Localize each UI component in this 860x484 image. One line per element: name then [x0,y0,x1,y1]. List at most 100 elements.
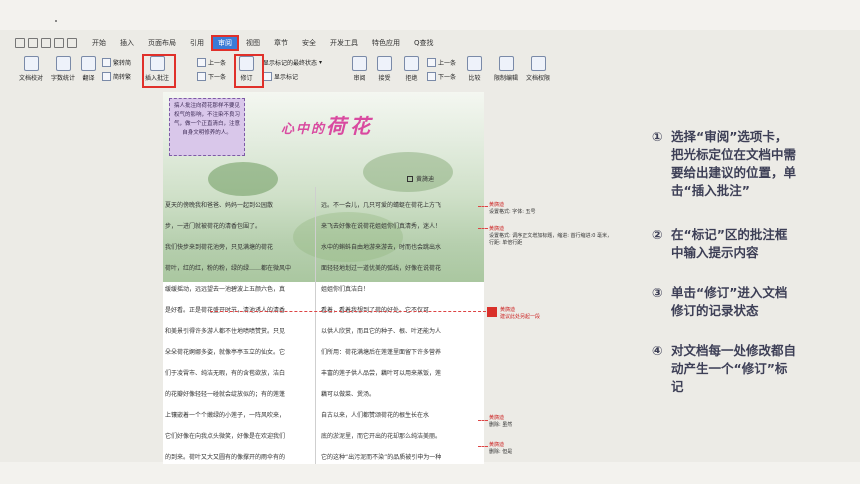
redo-icon[interactable] [67,38,77,48]
comment-balloon[interactable]: 黄旖迪 设置格式: 调序正文增加标题，缩进: 首行缩进:0 毫米， 行距: 单倍… [489,226,612,247]
instruction-step-4: ④ 对文档每一处修改都自 动产生一个“修订”标 记 [652,343,797,394]
prev-icon [197,58,206,67]
translate-button[interactable]: 翻译 [81,56,96,82]
text-line: 们所用：荷花满塘后在莲蓬里面留下许多营养 [321,349,442,356]
comment-balloon[interactable]: 黄旖迪 删除: 但是 [489,442,512,456]
comment-connector [478,420,488,421]
tab-insert[interactable]: 插入 [113,38,141,48]
lock-icon [498,56,514,71]
print-preview-icon[interactable] [41,38,51,48]
tab-features[interactable]: 特色应用 [365,38,407,48]
convert-icon [102,58,111,67]
tab-developer[interactable]: 开发工具 [323,38,365,48]
text-line: 步，一进门就被荷花的清香包围了。 [165,223,262,230]
text-line: 它的这种“出污泥而不染”的品质被引申为一种 [321,454,442,461]
comment-connector [210,311,486,312]
tab-home[interactable]: 开始 [85,38,113,48]
decorative-dot [55,20,57,22]
text-line: 丰富的莲子供人品尝，藕叶可以用来蒸饭，莲 [321,370,442,377]
text-line: 朵朵荷花婀娜多姿，就像亭亭玉立的仙女。它 [165,349,286,356]
next-icon [197,72,206,81]
comment-balloon[interactable]: 黄旖迪 删除: 虽然 [489,415,512,429]
checkbox-icon [407,175,413,182]
text-line: 姐姐你们真洁白！ [321,286,370,293]
tab-review[interactable]: 审阅 [211,35,239,51]
show-markup-button[interactable]: 显示标记 [263,72,298,81]
text-line: 远。不一会儿，几只可爱的蜻蜓在荷花上方飞 [321,202,442,209]
top-background [0,0,860,30]
comment-note-box[interactable]: 搞人批注向荷花那样不要见权气的影响，不注染不良习气，做一个正直清白，注意自身文明… [169,98,245,156]
accept-button[interactable]: 接受 [377,56,392,82]
doc-proofread-button[interactable]: 文档校对 [19,56,43,82]
convert-icon [102,72,111,81]
text-line: 自古以来，人们都赞颂荷花的根生长在水 [321,412,430,419]
next-comment-button[interactable]: 下一条 [197,72,226,81]
text-line: 面轻轻地划过一道优美的弧线，好像在说荷花 [321,265,442,272]
document-page[interactable]: 搞人批注向荷花那样不要见权气的影响，不注染不良习气，做一个正直清白，注意自身文明… [163,92,484,464]
text-line: 们于凌霄市、纯洁无暇，有的含苞欲放，洁白 [165,370,286,377]
left-column: 夏天的傍晚我和爸爸、妈妈一起到公园散 步，一进门就被荷花的清香包围了。 我们快步… [165,195,301,464]
highlight-track-changes [234,54,264,88]
text-line: 和美景引得许多游人都不住地啧啧赞赏。只见 [165,328,286,335]
lotus-leaf [208,162,278,196]
accept-icon [377,56,392,71]
compare-button[interactable]: 比较 [467,56,482,82]
tab-references[interactable]: 引用 [183,38,211,48]
reject-icon [404,56,419,71]
text-line: 以供人欣赏，而且它的种子、根、叶还能为人 [321,328,442,335]
comment-connector [478,206,488,207]
prev-icon [427,58,436,67]
comment-connector [478,228,488,229]
comment-connector [478,446,488,447]
text-line: 荷叶，红的红，粉的粉，绿的绿……都在微风中 [165,265,292,272]
text-line: 上镶嵌着一个个嫩绿的小莲子，一阵风吹来， [165,412,286,419]
chevron-down-icon: ▾ [319,59,323,66]
restrict-editing-button[interactable]: 限制编辑 [494,56,518,82]
tab-search[interactable]: Q查找 [407,38,441,48]
text-line: 水中的蝌蚪自由地游来游去，时而也会跳出水 [321,244,442,251]
to-traditional-button[interactable]: 繁转简 [102,58,131,67]
word-count-button[interactable]: 字数统计 [51,56,75,82]
quick-access-toolbar [15,38,77,48]
tab-security[interactable]: 安全 [295,38,323,48]
word-count-icon [55,56,71,71]
translate-icon [81,56,96,71]
text-line: 的到来。荷叶又大又圆有的像撑开的雨伞有的 [165,454,286,461]
prev-comment-button[interactable]: 上一条 [197,58,226,67]
reject-button[interactable]: 拒绝 [404,56,419,82]
next-change-button[interactable]: 下一条 [427,72,456,81]
text-line: 缓缓摇动，远远望去一池碧波上五颜六色，真 [165,286,286,293]
text-line: 我们快步来到荷花池旁，只见满塘的荷花 [165,244,274,251]
proofread-icon [23,56,39,71]
tab-section[interactable]: 章节 [267,38,295,48]
instruction-step-3: ③ 单击“修订”进入文档 修订的记录状态 [652,285,788,318]
text-line: 夏天的傍晚我和爸爸、妈妈一起到公园散 [165,202,274,209]
ribbon-tab-bar: 开始 插入 页面布局 引用 审阅 视图 章节 安全 开发工具 特色应用 Q查找 [15,34,643,52]
lotus-leaf [363,152,453,192]
column-divider [315,187,316,464]
instruction-step-1: ① 选择“审阅”选项卡， 把光标定位在文档中需 要给出建议的位置，单 击“插入批… [652,129,797,198]
text-line: 它们好像在向我点头微笑，好像是在欢迎我们 [165,433,286,440]
comment-balloon[interactable]: 黄旖迪 建议此处另起一段 [500,307,540,321]
bottom-background [0,462,860,484]
review-pane-button[interactable]: 审阅 [352,56,367,82]
print-icon[interactable] [28,38,38,48]
undo-icon[interactable] [54,38,64,48]
comment-balloon[interactable]: 黄旖迪 设置格式: 字体: 五号 [489,202,536,216]
compare-icon [467,56,482,71]
right-column: 远。不一会儿，几只可爱的蜻蜓在荷花上方飞 来飞去好像在说荷花姐姐你们真清秀，迷人… [321,195,457,464]
instruction-step-2: ② 在“标记”区的批注框 中输入提示内容 [652,227,788,260]
highlight-insert-comment [142,54,176,88]
prev-change-button[interactable]: 上一条 [427,58,456,67]
to-simplified-button[interactable]: 简转繁 [102,72,131,81]
text-line: 藕可以做菜、煲汤。 [321,391,376,398]
save-icon[interactable] [15,38,25,48]
review-pane-icon [352,56,367,71]
author-line: 黄旖迪 [407,174,434,183]
tab-page-layout[interactable]: 页面布局 [141,38,183,48]
markup-state-select[interactable]: 显示标记的最终状态 ▾ [263,58,322,67]
user-avatar-icon [487,307,497,317]
markup-icon [263,72,272,81]
tab-view[interactable]: 视图 [239,38,267,48]
doc-rights-button[interactable]: 文档权限 [526,56,550,82]
